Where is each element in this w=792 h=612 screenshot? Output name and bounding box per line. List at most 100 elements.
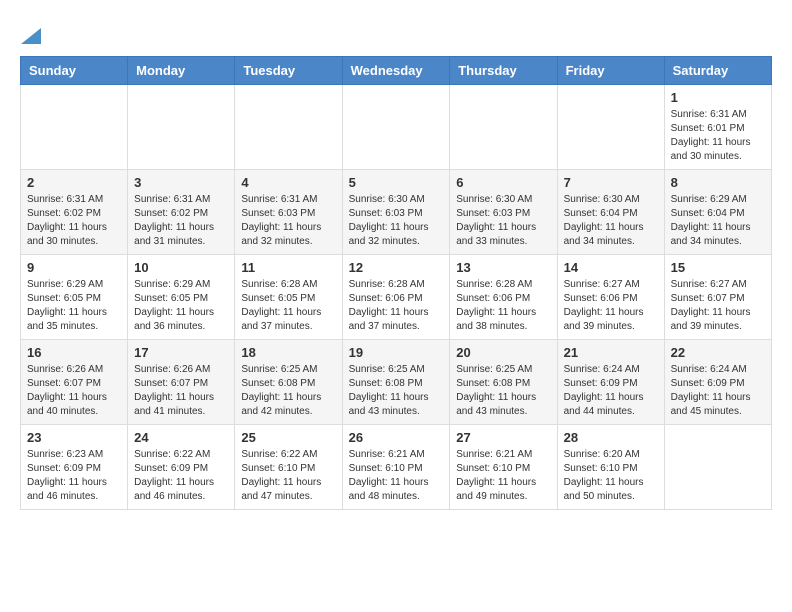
day-info: Sunrise: 6:23 AM Sunset: 6:09 PM Dayligh… — [27, 448, 121, 504]
calendar-cell: 10Sunrise: 6:29 AM Sunset: 6:05 PM Dayli… — [128, 255, 235, 340]
calendar-cell: 14 Sunrise: 6:27 AM Sunset: 6:06 PM Dayli… — [557, 255, 664, 340]
day-info: Sunrise: 6:30 AM Sunset: 6:03 PM Dayligh… — [349, 193, 444, 249]
calendar-cell: 21 Sunrise: 6:24 AM Sunset: 6:09 PM Dayli… — [557, 340, 664, 425]
calendar-cell — [235, 85, 342, 170]
weekday-header: Thursday — [450, 57, 557, 85]
calendar-cell: 8 Sunrise: 6:29 AM Sunset: 6:04 PM Daylig… — [664, 170, 771, 255]
day-info: Sunrise: 6:24 AM Sunset: 6:09 PM Dayligh… — [564, 363, 658, 419]
day-number: 22 — [671, 345, 765, 360]
day-number: 4 — [241, 175, 335, 190]
calendar-cell: 1 Sunrise: 6:31 AM Sunset: 6:01 PM Daylig… — [664, 85, 771, 170]
day-info: Sunrise: 6:22 AM Sunset: 6:09 PM Dayligh… — [134, 448, 228, 504]
calendar-cell: 7 Sunrise: 6:30 AM Sunset: 6:04 PM Daylig… — [557, 170, 664, 255]
calendar-cell: 11 Sunrise: 6:28 AM Sunset: 6:05 PM Dayli… — [235, 255, 342, 340]
calendar-cell: 19 Sunrise: 6:25 AM Sunset: 6:08 PM Dayli… — [342, 340, 450, 425]
day-info: Sunrise: 6:28 AM Sunset: 6:06 PM Dayligh… — [456, 278, 550, 334]
day-info: Sunrise: 6:28 AM Sunset: 6:06 PM Dayligh… — [349, 278, 444, 334]
calendar-cell: 20 Sunrise: 6:25 AM Sunset: 6:08 PM Dayli… — [450, 340, 557, 425]
calendar-cell — [557, 85, 664, 170]
day-number: 23 — [27, 430, 121, 445]
day-info: Sunrise: 6:21 AM Sunset: 6:10 PM Dayligh… — [456, 448, 550, 504]
day-number: 19 — [349, 345, 444, 360]
calendar-cell: 4 Sunrise: 6:31 AM Sunset: 6:03 PM Daylig… — [235, 170, 342, 255]
day-info: Sunrise: 6:29 AM Sunset: 6:05 PM Dayligh… — [134, 278, 228, 334]
day-number: 25 — [241, 430, 335, 445]
day-info: Sunrise: 6:31 AM Sunset: 6:03 PM Dayligh… — [241, 193, 335, 249]
day-number: 9 — [27, 260, 121, 275]
day-info: Sunrise: 6:26 AM Sunset: 6:07 PM Dayligh… — [27, 363, 121, 419]
day-number: 27 — [456, 430, 550, 445]
weekday-header: Saturday — [664, 57, 771, 85]
calendar-cell — [128, 85, 235, 170]
calendar-cell: 15 Sunrise: 6:27 AM Sunset: 6:07 PM Dayli… — [664, 255, 771, 340]
day-info: Sunrise: 6:21 AM Sunset: 6:10 PM Dayligh… — [349, 448, 444, 504]
calendar-cell: 24 Sunrise: 6:22 AM Sunset: 6:09 PM Dayli… — [128, 425, 235, 510]
day-info: Sunrise: 6:28 AM Sunset: 6:05 PM Dayligh… — [241, 278, 335, 334]
day-number: 8 — [671, 175, 765, 190]
calendar-cell: 3 Sunrise: 6:31 AM Sunset: 6:02 PM Daylig… — [128, 170, 235, 255]
day-number: 11 — [241, 260, 335, 275]
weekday-header: Tuesday — [235, 57, 342, 85]
day-number: 26 — [349, 430, 444, 445]
page-header — [20, 20, 772, 46]
day-info: Sunrise: 6:27 AM Sunset: 6:07 PM Dayligh… — [671, 278, 765, 334]
calendar-cell — [450, 85, 557, 170]
day-info: Sunrise: 6:25 AM Sunset: 6:08 PM Dayligh… — [241, 363, 335, 419]
day-number: 3 — [134, 175, 228, 190]
calendar-cell: 2 Sunrise: 6:31 AM Sunset: 6:02 PM Daylig… — [21, 170, 128, 255]
day-number: 18 — [241, 345, 335, 360]
day-number: 2 — [27, 175, 121, 190]
day-info: Sunrise: 6:20 AM Sunset: 6:10 PM Dayligh… — [564, 448, 658, 504]
weekday-header: Monday — [128, 57, 235, 85]
day-info: Sunrise: 6:30 AM Sunset: 6:04 PM Dayligh… — [564, 193, 658, 249]
calendar-cell: 5 Sunrise: 6:30 AM Sunset: 6:03 PM Daylig… — [342, 170, 450, 255]
day-info: Sunrise: 6:31 AM Sunset: 6:01 PM Dayligh… — [671, 108, 765, 164]
logo-icon — [21, 28, 41, 44]
calendar-cell: 9 Sunrise: 6:29 AM Sunset: 6:05 PM Daylig… — [21, 255, 128, 340]
calendar-cell: 18 Sunrise: 6:25 AM Sunset: 6:08 PM Dayli… — [235, 340, 342, 425]
calendar-cell: 16 Sunrise: 6:26 AM Sunset: 6:07 PM Dayli… — [21, 340, 128, 425]
day-info: Sunrise: 6:26 AM Sunset: 6:07 PM Dayligh… — [134, 363, 228, 419]
day-number: 7 — [564, 175, 658, 190]
day-number: 20 — [456, 345, 550, 360]
calendar-cell: 17 Sunrise: 6:26 AM Sunset: 6:07 PM Dayli… — [128, 340, 235, 425]
calendar-cell: 28Sunrise: 6:20 AM Sunset: 6:10 PM Dayli… — [557, 425, 664, 510]
calendar-week-row: 23 Sunrise: 6:23 AM Sunset: 6:09 PM Dayli… — [21, 425, 772, 510]
calendar-cell — [342, 85, 450, 170]
calendar-cell: 12 Sunrise: 6:28 AM Sunset: 6:06 PM Dayli… — [342, 255, 450, 340]
calendar-week-row: 9 Sunrise: 6:29 AM Sunset: 6:05 PM Daylig… — [21, 255, 772, 340]
day-info: Sunrise: 6:24 AM Sunset: 6:09 PM Dayligh… — [671, 363, 765, 419]
day-number: 6 — [456, 175, 550, 190]
day-number: 21 — [564, 345, 658, 360]
day-number: 5 — [349, 175, 444, 190]
calendar-cell: 13 Sunrise: 6:28 AM Sunset: 6:06 PM Dayli… — [450, 255, 557, 340]
weekday-header: Sunday — [21, 57, 128, 85]
calendar-cell: 26 Sunrise: 6:21 AM Sunset: 6:10 PM Dayli… — [342, 425, 450, 510]
day-number: 16 — [27, 345, 121, 360]
day-number: 13 — [456, 260, 550, 275]
calendar-week-row: 1 Sunrise: 6:31 AM Sunset: 6:01 PM Daylig… — [21, 85, 772, 170]
day-number: 1 — [671, 90, 765, 105]
calendar-cell: 22 Sunrise: 6:24 AM Sunset: 6:09 PM Dayli… — [664, 340, 771, 425]
day-info: Sunrise: 6:29 AM Sunset: 6:05 PM Dayligh… — [27, 278, 121, 334]
day-info: Sunrise: 6:25 AM Sunset: 6:08 PM Dayligh… — [349, 363, 444, 419]
day-info: Sunrise: 6:25 AM Sunset: 6:08 PM Dayligh… — [456, 363, 550, 419]
day-number: 14 — [564, 260, 658, 275]
day-info: Sunrise: 6:22 AM Sunset: 6:10 PM Dayligh… — [241, 448, 335, 504]
logo — [20, 20, 41, 46]
day-number: 24 — [134, 430, 228, 445]
day-number: 17 — [134, 345, 228, 360]
calendar-cell: 23 Sunrise: 6:23 AM Sunset: 6:09 PM Dayli… — [21, 425, 128, 510]
calendar-cell — [21, 85, 128, 170]
day-number: 15 — [671, 260, 765, 275]
weekday-header: Wednesday — [342, 57, 450, 85]
day-info: Sunrise: 6:31 AM Sunset: 6:02 PM Dayligh… — [134, 193, 228, 249]
day-info: Sunrise: 6:27 AM Sunset: 6:06 PM Dayligh… — [564, 278, 658, 334]
day-info: Sunrise: 6:29 AM Sunset: 6:04 PM Dayligh… — [671, 193, 765, 249]
calendar-week-row: 2 Sunrise: 6:31 AM Sunset: 6:02 PM Daylig… — [21, 170, 772, 255]
calendar-cell: 27 Sunrise: 6:21 AM Sunset: 6:10 PM Dayli… — [450, 425, 557, 510]
day-info: Sunrise: 6:31 AM Sunset: 6:02 PM Dayligh… — [27, 193, 121, 249]
weekday-header: Friday — [557, 57, 664, 85]
calendar-cell — [664, 425, 771, 510]
day-number: 12 — [349, 260, 444, 275]
